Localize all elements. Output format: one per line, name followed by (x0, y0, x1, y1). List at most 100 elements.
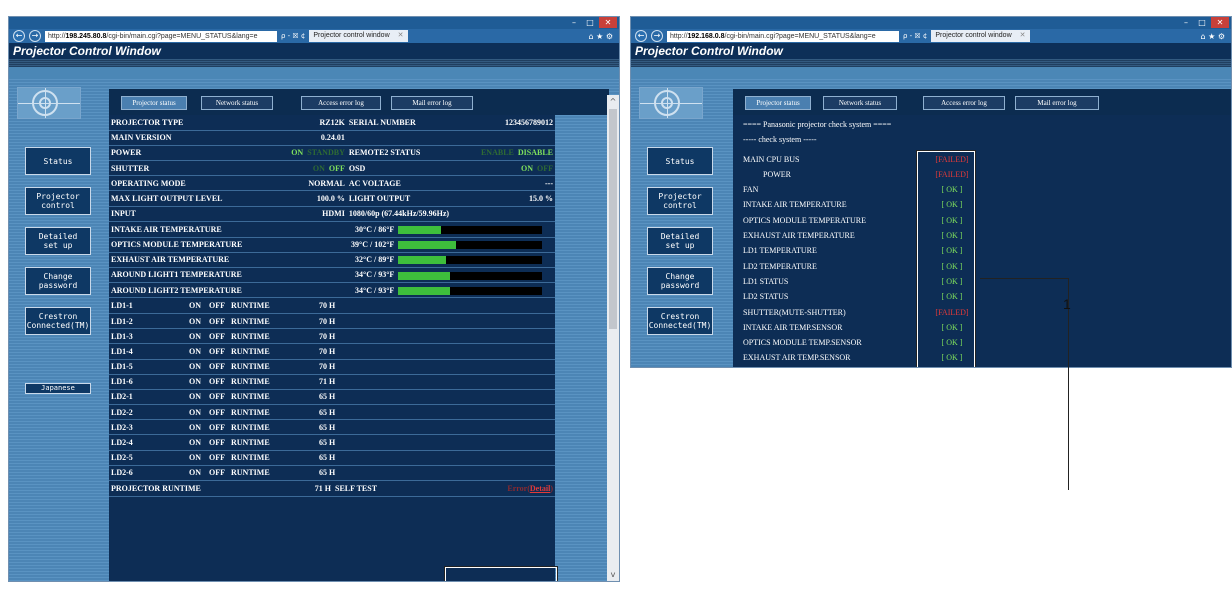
table-row: LD2-5 ON OFF RUNTIME 65 H (109, 450, 555, 466)
home-star-gear-icons[interactable]: ⌂ ★ ⚙ (1200, 32, 1225, 41)
max-light-value: 100.0 % (267, 190, 347, 207)
input-signal: 1080/60p (67.44kHz/59.96Hz) (346, 206, 555, 222)
opmode-label: OPERATING MODE (109, 175, 268, 192)
maximize-icon[interactable]: □ (583, 17, 597, 28)
power-standby: STANDBY (307, 148, 345, 158)
footer-table: PROJECTOR RUNTIME 71 H SELF TEST Error(D… (109, 481, 555, 497)
scroll-down-icon[interactable]: v (607, 570, 619, 579)
tab-network-status[interactable]: Network status (823, 96, 897, 110)
main-version-value: 0.24.01 (267, 130, 347, 146)
sidebar-item-projector-control[interactable]: Projector control (647, 187, 713, 215)
ld-runtime-value: 65 H (299, 434, 555, 451)
url-host: 192.168.0.8 (687, 32, 725, 40)
empty-cell (346, 130, 555, 146)
osd-label: OSD (346, 160, 451, 177)
ld-name: LD2-1 (109, 389, 187, 406)
scrollbar[interactable]: ^ v (607, 95, 619, 581)
browser-tab-title: Projector control window (935, 32, 1012, 39)
url-field[interactable]: http://198.245.80.8/cgi-bin/main.cgi?pag… (45, 30, 277, 42)
temp-label: OPTICS MODULE TEMPERATURE (109, 237, 349, 253)
check-label: MAIN CPU BUS (743, 154, 800, 164)
scroll-up-icon[interactable]: ^ (607, 97, 619, 106)
temp-value: 34°C / 93°F (349, 267, 397, 284)
tab-network-status[interactable]: Network status (201, 96, 273, 110)
check-label: FAN (743, 185, 759, 195)
table-row: AROUND LIGHT1 TEMPERATURE 34°C / 93°F (109, 267, 555, 284)
table-row: INTAKE AIR TEMPERATURE 30°C / 86°F (109, 221, 555, 238)
back-icon[interactable]: ← (13, 30, 25, 42)
check-label: SHUTTER(MUTE-SHUTTER) (743, 307, 846, 317)
check-row: LD1 TEMP.SENSOR[ OK ] (743, 366, 1223, 367)
temp-gauge (398, 241, 543, 250)
sidebar-item-crestron[interactable]: Crestron Connected(TM) (25, 307, 91, 335)
url-field[interactable]: http://192.168.0.8/cgi-bin/main.cgi?page… (667, 30, 899, 42)
table-row: MAX LIGHT OUTPUT LEVEL 100.0 % LIGHT OUT… (109, 190, 555, 207)
forward-icon[interactable]: → (651, 30, 663, 42)
sidebar-item-projector-control[interactable]: Projector control (25, 187, 91, 215)
search-controls[interactable]: ρ - ☒ ¢ (903, 32, 927, 40)
title-bar: – □ ✕ (631, 17, 1231, 29)
forward-icon[interactable]: → (29, 30, 41, 42)
ld-off: OFF (207, 298, 229, 314)
tab-projector-status[interactable]: Projector status (121, 96, 187, 110)
tab-access-error-log[interactable]: Access error log (923, 96, 1005, 110)
sidebar-item-crestron[interactable]: Crestron Connected(TM) (647, 307, 713, 335)
tab-close-icon[interactable]: ✕ (1020, 32, 1026, 39)
ld-runtime-value: 70 H (299, 313, 555, 330)
browser-tab[interactable]: Projector control window ✕ (931, 30, 1030, 42)
check-panel: ==== Panasonic projector check system ==… (733, 115, 1231, 367)
header-stripe (631, 59, 1231, 67)
ld-name: LD2-2 (109, 404, 187, 421)
table-row: LD1-3 ON OFF RUNTIME 70 H (109, 328, 555, 345)
sidebar-item-change-password[interactable]: Change password (25, 267, 91, 295)
temp-bar-cell (396, 237, 555, 253)
table-row: LD2-4 ON OFF RUNTIME 65 H (109, 434, 555, 451)
ld-on: ON (187, 419, 207, 436)
remote2-enable: ENABLE (480, 148, 514, 158)
light-output-value: 15.0 % (450, 190, 555, 207)
tab-close-icon[interactable]: ✕ (398, 32, 404, 39)
check-row: LD1 STATUS[ OK ] (743, 274, 1223, 289)
sidebar-item-detailed-set-up[interactable]: Detailed set up (647, 227, 713, 255)
projector-runtime-label: PROJECTOR RUNTIME (109, 481, 299, 497)
maximize-icon[interactable]: □ (1195, 17, 1209, 28)
serial-label: SERIAL NUMBER (346, 115, 451, 131)
tab-access-error-log[interactable]: Access error log (301, 96, 381, 110)
sidebar-item-status[interactable]: Status (647, 147, 713, 175)
home-star-gear-icons[interactable]: ⌂ ★ ⚙ (588, 32, 613, 41)
sidebar-item-change-password[interactable]: Change password (647, 267, 713, 295)
minimize-icon[interactable]: – (1179, 17, 1193, 28)
check-row: EXHAUST AIR TEMP.SENSOR[ OK ] (743, 350, 1223, 365)
browser-tab[interactable]: Projector control window ✕ (309, 30, 408, 42)
close-icon[interactable]: ✕ (1211, 17, 1229, 28)
search-controls[interactable]: ρ - ☒ ¢ (281, 32, 305, 40)
tab-mail-error-log[interactable]: Mail error log (391, 96, 473, 110)
sidebar-item-detailed-set-up[interactable]: Detailed set up (25, 227, 91, 255)
browser-tab-title: Projector control window (313, 32, 390, 39)
ld-runtime-value: 65 H (299, 389, 555, 406)
tab-projector-status[interactable]: Projector status (745, 96, 811, 110)
temp-bar-cell (396, 221, 555, 238)
check-row: OPTICS MODULE TEMP.SENSOR[ OK ] (743, 335, 1223, 350)
self-test-detail-link[interactable]: Detail (530, 484, 550, 493)
japanese-button[interactable]: Japanese (25, 383, 91, 394)
table-row: EXHAUST AIR TEMPERATURE 32°C / 89°F (109, 252, 555, 268)
power-label: POWER (109, 145, 268, 162)
ld-on: ON (187, 434, 207, 451)
sidebar-item-status[interactable]: Status (25, 147, 91, 175)
check-label: LD1 STATUS (743, 276, 789, 286)
temp-bar-cell (396, 267, 555, 284)
scroll-thumb[interactable] (609, 109, 617, 329)
close-icon[interactable]: ✕ (599, 17, 617, 28)
ld-on: ON (187, 328, 207, 345)
ld-name: LD2-4 (109, 434, 187, 451)
temp-value: 34°C / 93°F (349, 282, 397, 299)
temp-value: 32°C / 89°F (349, 252, 397, 268)
callout-number: 1 (1063, 296, 1071, 312)
ld-off: OFF (207, 313, 229, 330)
ld-name: LD1-3 (109, 328, 187, 345)
tab-mail-error-log[interactable]: Mail error log (1015, 96, 1099, 110)
minimize-icon[interactable]: – (567, 17, 581, 28)
shutter-label: SHUTTER (109, 160, 268, 177)
back-icon[interactable]: ← (635, 30, 647, 42)
